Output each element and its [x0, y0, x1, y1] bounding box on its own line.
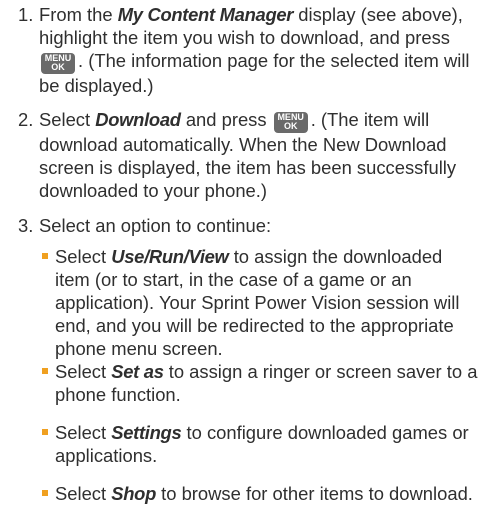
- emphasis-option-name: Use/Run/View: [111, 246, 229, 267]
- bullet-icon: [42, 253, 48, 259]
- option-shop: Select Shop to browse for other items to…: [42, 482, 480, 505]
- option-use-run-view: Select Use/Run/View to assign the downlo…: [42, 245, 480, 360]
- manual-page: 1. From the My Content Manager display (…: [0, 0, 485, 531]
- emphasis-option-name: Settings: [111, 422, 182, 443]
- option-text-part: Select: [55, 422, 112, 443]
- bullet-icon: [42, 429, 48, 435]
- option-text-part: Select: [55, 246, 112, 267]
- menu-ok-key-icon: MENU OK: [273, 111, 308, 133]
- emphasis-option-name: Set as: [111, 361, 164, 382]
- step-text: Select an option to continue:: [39, 215, 272, 236]
- key-label-bottom: OK: [283, 121, 298, 131]
- emphasis-option-name: Download: [95, 109, 181, 130]
- bullet-icon: [42, 490, 48, 496]
- option-text-part: Select: [55, 483, 112, 504]
- option-settings: Select Settings to configure downloaded …: [42, 421, 480, 467]
- step-text: From the My Content Manager display (see…: [39, 3, 479, 97]
- option-set-as: Select Set as to assign a ringer or scre…: [42, 360, 480, 406]
- emphasis-option-name: Shop: [111, 483, 157, 504]
- step-number: 3.: [18, 215, 34, 236]
- menu-ok-key-icon: MENU OK: [41, 52, 75, 74]
- option-text-part: to browse for other items to download.: [156, 483, 473, 504]
- step-text: Select Download and press MENU OK. (The i…: [39, 108, 479, 202]
- step-number: 1.: [18, 4, 34, 25]
- step-text-part: and press: [180, 109, 272, 130]
- step-text-part: . (The information page for the selected…: [39, 50, 470, 96]
- step-text-part: From the: [39, 4, 118, 25]
- key-label-bottom: OK: [51, 62, 65, 72]
- step-number: 2.: [18, 109, 34, 130]
- step-text-part: Select: [39, 109, 96, 130]
- option-text-part: Select: [55, 361, 112, 382]
- bullet-icon: [42, 368, 48, 374]
- emphasis-menu-name: My Content Manager: [117, 4, 294, 25]
